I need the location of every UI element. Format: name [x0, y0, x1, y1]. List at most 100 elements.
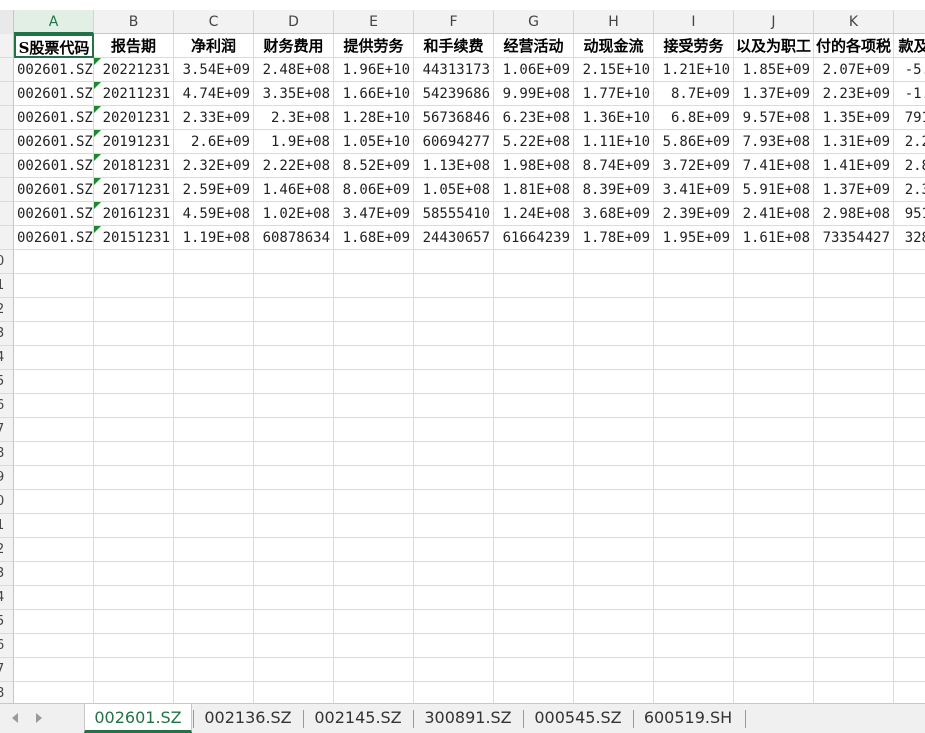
empty-cell[interactable]	[14, 418, 94, 442]
empty-cell[interactable]	[654, 562, 734, 586]
data-cell[interactable]: 2.07E+09	[814, 58, 894, 82]
empty-cell[interactable]	[494, 418, 574, 442]
empty-cell[interactable]	[814, 658, 894, 682]
column-header-k[interactable]: K	[814, 10, 894, 34]
empty-cell[interactable]	[574, 538, 654, 562]
row-header[interactable]: 3	[0, 322, 14, 346]
empty-cell[interactable]	[734, 274, 814, 298]
empty-cell[interactable]	[414, 634, 494, 658]
empty-cell[interactable]	[174, 514, 254, 538]
row-header[interactable]: 0	[0, 490, 14, 514]
empty-cell[interactable]	[334, 250, 414, 274]
data-cell[interactable]: 7.41E+08	[734, 154, 814, 178]
data-cell[interactable]: 58555410	[414, 202, 494, 226]
row-header[interactable]: 7	[0, 418, 14, 442]
data-cell[interactable]: -5.	[894, 58, 925, 82]
empty-cell[interactable]	[734, 466, 814, 490]
empty-cell[interactable]	[14, 610, 94, 634]
empty-cell[interactable]	[94, 322, 174, 346]
empty-cell[interactable]	[494, 634, 574, 658]
empty-cell[interactable]	[734, 370, 814, 394]
empty-cell[interactable]	[574, 562, 654, 586]
empty-cell[interactable]	[734, 346, 814, 370]
empty-cell[interactable]	[494, 610, 574, 634]
empty-cell[interactable]	[654, 370, 734, 394]
empty-cell[interactable]	[574, 370, 654, 394]
empty-cell[interactable]	[254, 274, 334, 298]
empty-cell[interactable]	[814, 634, 894, 658]
select-all-corner[interactable]	[0, 10, 14, 35]
data-cell[interactable]: 2.6E+09	[174, 130, 254, 154]
empty-cell[interactable]	[174, 586, 254, 610]
row-header[interactable]: 5	[0, 610, 14, 634]
empty-cell[interactable]	[414, 538, 494, 562]
empty-cell[interactable]	[494, 442, 574, 466]
empty-cell[interactable]	[574, 394, 654, 418]
empty-cell[interactable]	[94, 394, 174, 418]
empty-cell[interactable]	[494, 322, 574, 346]
empty-cell[interactable]	[14, 442, 94, 466]
data-cell[interactable]: 002601.SZ	[14, 106, 94, 130]
data-cell[interactable]: 2.2	[894, 130, 925, 154]
empty-cell[interactable]	[334, 466, 414, 490]
empty-cell[interactable]	[174, 346, 254, 370]
data-cell[interactable]: 2.33E+09	[174, 106, 254, 130]
data-cell[interactable]: 328	[894, 226, 925, 250]
column-header-f[interactable]: F	[414, 10, 494, 34]
data-cell[interactable]: 6.23E+08	[494, 106, 574, 130]
empty-cell[interactable]	[94, 466, 174, 490]
empty-cell[interactable]	[174, 658, 254, 682]
header-cell[interactable]: 接受劳务	[654, 34, 734, 58]
empty-cell[interactable]	[894, 634, 925, 658]
empty-cell[interactable]	[94, 418, 174, 442]
empty-cell[interactable]	[174, 274, 254, 298]
row-header[interactable]: 9	[0, 466, 14, 490]
data-cell[interactable]: 951	[894, 202, 925, 226]
empty-cell[interactable]	[654, 634, 734, 658]
empty-cell[interactable]	[734, 322, 814, 346]
row-header[interactable]: 6	[0, 394, 14, 418]
row-header[interactable]: 7	[0, 658, 14, 682]
row-header[interactable]: 4	[0, 346, 14, 370]
data-cell[interactable]: 1.24E+08	[494, 202, 574, 226]
empty-cell[interactable]	[654, 514, 734, 538]
empty-cell[interactable]	[14, 538, 94, 562]
empty-cell[interactable]	[254, 586, 334, 610]
empty-cell[interactable]	[334, 298, 414, 322]
empty-cell[interactable]	[254, 370, 334, 394]
empty-cell[interactable]	[814, 610, 894, 634]
data-cell[interactable]: 1.96E+10	[334, 58, 414, 82]
data-cell[interactable]: 4.74E+09	[174, 82, 254, 106]
empty-cell[interactable]	[494, 298, 574, 322]
empty-cell[interactable]	[174, 418, 254, 442]
triangle-right-icon[interactable]	[36, 713, 42, 723]
column-header-h[interactable]: H	[574, 10, 654, 34]
empty-cell[interactable]	[94, 610, 174, 634]
empty-cell[interactable]	[494, 682, 574, 703]
data-cell[interactable]: 9.57E+08	[734, 106, 814, 130]
empty-cell[interactable]	[494, 490, 574, 514]
header-cell[interactable]: 净利润	[174, 34, 254, 58]
empty-cell[interactable]	[654, 298, 734, 322]
empty-cell[interactable]	[814, 514, 894, 538]
sheet-tab-300891-sz[interactable]: 300891.SZ	[414, 704, 522, 733]
empty-cell[interactable]	[254, 562, 334, 586]
column-header-d[interactable]: D	[254, 10, 334, 34]
empty-cell[interactable]	[174, 250, 254, 274]
data-cell[interactable]: 1.19E+08	[174, 226, 254, 250]
empty-cell[interactable]	[334, 346, 414, 370]
empty-cell[interactable]	[734, 250, 814, 274]
empty-cell[interactable]	[334, 514, 414, 538]
row-header[interactable]	[0, 202, 14, 226]
empty-cell[interactable]	[14, 322, 94, 346]
empty-cell[interactable]	[494, 250, 574, 274]
row-header[interactable]	[0, 34, 14, 58]
empty-cell[interactable]	[414, 274, 494, 298]
column-header-c[interactable]: C	[174, 10, 254, 34]
empty-cell[interactable]	[894, 466, 925, 490]
row-header[interactable]	[0, 178, 14, 202]
empty-cell[interactable]	[414, 562, 494, 586]
empty-cell[interactable]	[254, 418, 334, 442]
empty-cell[interactable]	[734, 658, 814, 682]
header-cell[interactable]: 报告期	[94, 34, 174, 58]
